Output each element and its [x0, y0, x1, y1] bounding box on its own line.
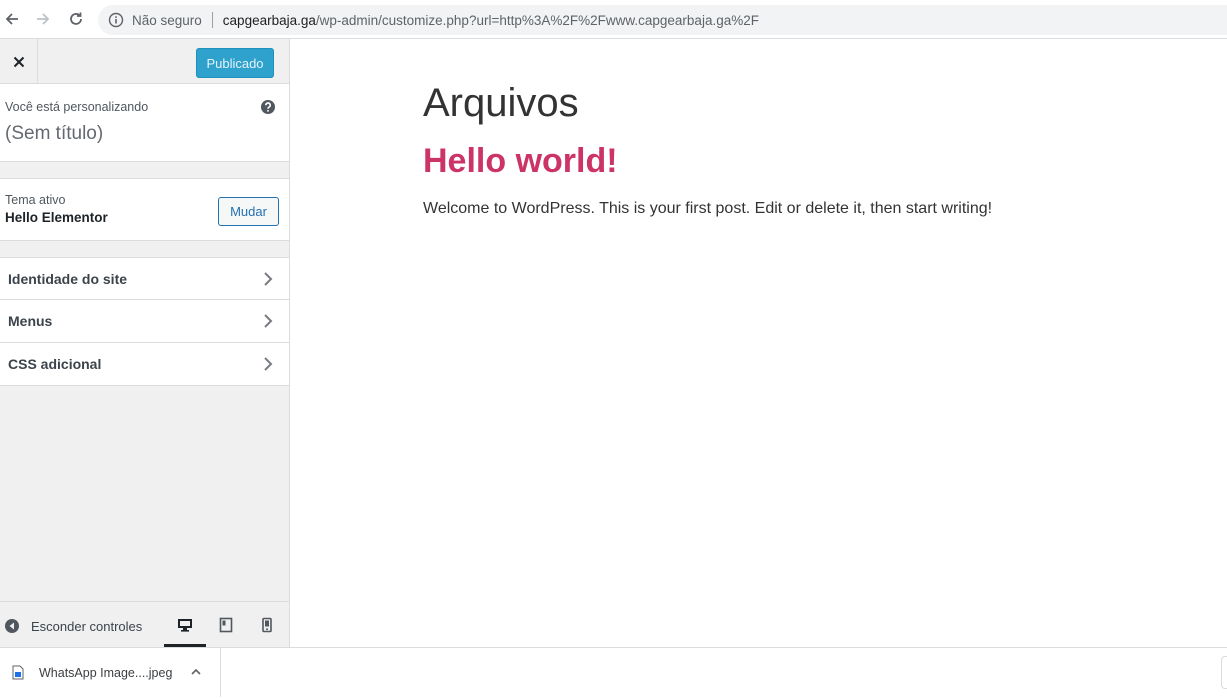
chevron-up-icon[interactable] — [190, 666, 202, 678]
tablet-icon — [219, 617, 233, 633]
panel-label: CSS adicional — [8, 356, 102, 372]
back-arrow-icon — [5, 13, 18, 25]
collapse-sidebar-icon[interactable] — [4, 618, 20, 634]
close-customizer-button[interactable] — [0, 39, 38, 84]
image-file-icon — [12, 665, 24, 680]
panel-additional-css[interactable]: CSS adicional — [0, 343, 289, 386]
download-shelf: WhatsApp Image....jpeg — [0, 647, 1227, 698]
customizer-header: Publicado — [0, 39, 289, 84]
panel-label: Menus — [8, 313, 53, 329]
chevron-right-icon — [264, 314, 273, 328]
download-file-name: WhatsApp Image....jpeg — [39, 666, 173, 680]
chevron-right-icon — [264, 272, 273, 286]
url-domain: capgearbaja.ga — [222, 12, 316, 28]
omnibox-divider — [211, 12, 213, 28]
close-icon — [13, 56, 24, 67]
info-icon[interactable] — [108, 12, 124, 28]
url-path: /wp-admin/customize.php?url=http%3A%2F%2… — [315, 12, 759, 28]
panel-menus[interactable]: Menus — [0, 300, 289, 343]
address-bar[interactable]: Não seguro capgearbaja.ga /wp-admin/cust… — [98, 5, 1227, 35]
customizer-sidebar: Publicado Você está personalizando (Sem … — [0, 39, 290, 648]
forward-button[interactable] — [31, 7, 55, 31]
hide-controls-button[interactable]: Esconder controles — [31, 619, 142, 634]
preview-tablet-button[interactable] — [215, 614, 237, 636]
preview-mobile-button[interactable] — [256, 614, 278, 636]
reload-button[interactable] — [64, 7, 88, 31]
archive-title: Arquivos — [423, 81, 579, 125]
customizer-panels: Identidade do site Menus CSS adicional — [0, 257, 289, 386]
customizer-footer: Esconder controles — [0, 601, 289, 648]
site-title: (Sem título) — [5, 123, 104, 144]
mobile-icon — [262, 617, 272, 633]
help-icon[interactable] — [260, 99, 276, 115]
publish-button[interactable]: Publicado — [196, 48, 274, 78]
post-excerpt: Welcome to WordPress. This is your first… — [423, 200, 993, 217]
theme-name: Hello Elementor — [5, 210, 108, 225]
show-all-button[interactable] — [1221, 656, 1227, 689]
panel-site-identity[interactable]: Identidade do site — [0, 257, 289, 300]
post-title-link[interactable]: Hello world! — [423, 142, 618, 181]
security-status: Não seguro — [132, 12, 202, 28]
change-theme-button[interactable]: Mudar — [218, 197, 279, 226]
customizing-label: Você está personalizando — [5, 100, 149, 114]
reload-icon — [70, 12, 82, 25]
chevron-right-icon — [264, 357, 273, 371]
panel-label: Identidade do site — [8, 271, 128, 287]
desktop-icon — [178, 619, 192, 632]
forward-arrow-icon — [37, 13, 50, 25]
site-preview: Arquivos Hello world! Welcome to WordPre… — [290, 39, 1227, 647]
active-theme-section: Tema ativo Hello Elementor Mudar — [0, 178, 289, 241]
customizer-info: Você está personalizando (Sem título) — [0, 84, 289, 162]
preview-desktop-button[interactable] — [174, 614, 196, 636]
back-button[interactable] — [0, 7, 24, 31]
download-item[interactable]: WhatsApp Image....jpeg — [0, 648, 221, 697]
active-theme-label: Tema ativo — [5, 193, 66, 207]
browser-toolbar: Não seguro capgearbaja.ga /wp-admin/cust… — [0, 0, 1227, 39]
